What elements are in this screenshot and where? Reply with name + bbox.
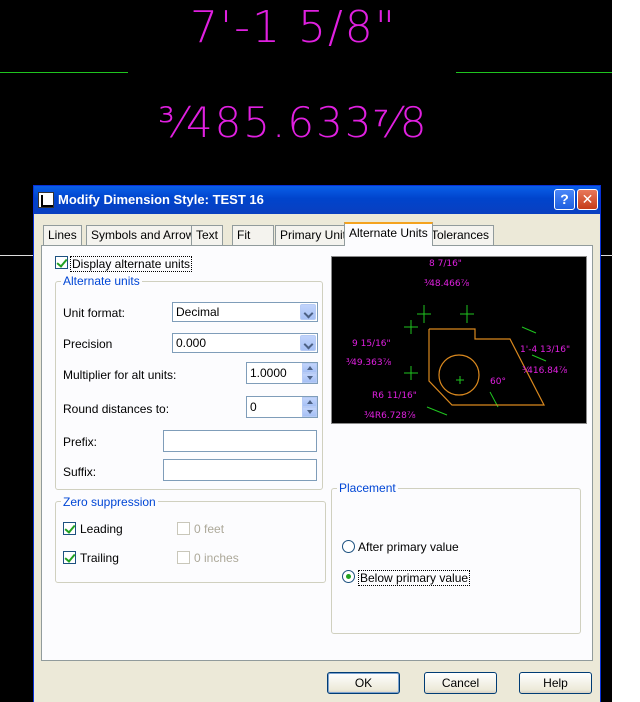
zero-inches-label: 0 inches (194, 551, 239, 565)
help-title-button[interactable]: ? (554, 189, 575, 210)
round-spin-buttons (302, 397, 317, 417)
dimension-line-left (0, 72, 128, 73)
trailing-checkbox[interactable] (63, 551, 76, 564)
unit-format-value: Decimal (176, 305, 220, 319)
chevron-down-icon[interactable] (300, 335, 316, 351)
dimension-text-alternate: ³⁄485.633⁷⁄8 (158, 98, 429, 147)
close-button[interactable]: ✕ (577, 189, 598, 210)
zero-inches-checkbox[interactable] (177, 551, 190, 564)
preview-label-right: 1'-4 13/16" (520, 345, 570, 355)
preview-label-right-alt: ³⁄416.84⅞ (522, 366, 568, 376)
precision-select[interactable]: 0.000 (172, 333, 318, 353)
preview-drawing: 8 7/16" ³⁄48.466⅞ 9 15/16" ³⁄49.363⅞ 1'-… (346, 259, 570, 421)
preview-label-top-alt: ³⁄48.466⅞ (424, 279, 470, 289)
window-edge (612, 0, 640, 702)
zero-suppression-group (55, 501, 326, 583)
tab-label: Alternate Units (349, 226, 428, 240)
placement-group (331, 488, 581, 634)
below-primary-radio[interactable] (342, 570, 355, 583)
unit-format-select[interactable]: Decimal (172, 302, 318, 322)
prefix-label: Prefix: (63, 435, 98, 449)
alternate-units-panel: Display alternate units Alternate units … (41, 245, 593, 661)
preview-label-radius-alt: ³⁄4R6.728⅞ (364, 411, 416, 421)
zero-feet-checkbox[interactable] (177, 522, 190, 535)
tab-alternate-units[interactable]: Alternate Units (344, 222, 433, 246)
dimension-line-lower-right (601, 255, 613, 256)
round-distances-value[interactable]: 0 (250, 400, 257, 414)
tab-fit[interactable]: Fit (232, 225, 274, 245)
dimension-text-top: 7'-1 5/8" (190, 2, 397, 53)
dimension-style-app-icon (38, 192, 54, 208)
tab-text[interactable]: Text (191, 225, 224, 245)
zero-suppression-title: Zero suppression (61, 495, 158, 509)
suffix-label: Suffix: (63, 465, 97, 479)
spin-up-icon[interactable] (302, 397, 317, 407)
dialog-titlebar[interactable]: Modify Dimension Style: TEST 16 ? ✕ (34, 186, 600, 214)
spin-down-icon[interactable] (302, 373, 317, 383)
round-distances-label: Round distances to: (63, 402, 170, 416)
preview-label-angle: 60° (490, 377, 506, 387)
chevron-down-icon[interactable] (300, 304, 316, 320)
help-button[interactable]: Help (519, 672, 592, 694)
tab-label: Tolerances (431, 228, 490, 242)
preview-label-left: 9 15/16" (352, 339, 391, 349)
precision-label: Precision (63, 337, 113, 351)
tab-label: Fit (237, 228, 251, 242)
multiplier-stepper[interactable]: 1.0000 (246, 362, 318, 384)
unit-format-label: Unit format: (63, 306, 126, 320)
spin-down-icon[interactable] (302, 407, 317, 417)
tab-label: Symbols and Arrows (91, 228, 201, 242)
dimension-preview: 8 7/16" ³⁄48.466⅞ 9 15/16" ³⁄49.363⅞ 1'-… (331, 256, 587, 424)
below-primary-label[interactable]: Below primary value (358, 570, 471, 586)
tab-label: Primary Units (280, 228, 353, 242)
modify-dimension-style-dialog: Modify Dimension Style: TEST 16 ? ✕ Line… (33, 185, 601, 702)
ok-button[interactable]: OK (327, 672, 400, 694)
tab-lines[interactable]: Lines (43, 225, 82, 245)
multiplier-label: Multiplier for alt units: (63, 368, 177, 382)
round-distances-stepper[interactable]: 0 (246, 396, 318, 418)
preview-label-left-alt: ³⁄49.363⅞ (346, 358, 392, 368)
tab-tolerances[interactable]: Tolerances (426, 225, 495, 245)
leading-checkbox[interactable] (63, 522, 76, 535)
alternate-units-group-title: Alternate units (61, 274, 142, 288)
tab-label: Text (196, 228, 219, 242)
preview-label-top: 8 7/16" (429, 259, 462, 269)
dimension-line-lower (0, 255, 34, 256)
display-alternate-units-checkbox[interactable] (55, 256, 68, 269)
zero-feet-label: 0 feet (194, 522, 225, 536)
after-primary-radio[interactable] (342, 540, 355, 553)
leading-label[interactable]: Leading (80, 522, 123, 536)
precision-value: 0.000 (176, 336, 207, 350)
spin-up-icon[interactable] (302, 363, 317, 373)
cancel-button[interactable]: Cancel (424, 672, 497, 694)
suffix-field[interactable] (163, 459, 317, 481)
multiplier-spin-buttons (302, 363, 317, 383)
dialog-title: Modify Dimension Style: TEST 16 (58, 192, 264, 207)
trailing-label[interactable]: Trailing (80, 551, 119, 565)
multiplier-value[interactable]: 1.0000 (250, 366, 287, 380)
tab-label: Lines (48, 228, 77, 242)
after-primary-label[interactable]: After primary value (358, 540, 459, 554)
display-alternate-units-label[interactable]: Display alternate units (70, 256, 193, 272)
placement-title: Placement (337, 481, 398, 495)
tab-symbols-and-arrows[interactable]: Symbols and Arrows (86, 225, 206, 245)
prefix-field[interactable] (163, 430, 317, 452)
dimension-line-right (456, 72, 612, 73)
preview-label-radius: R6 11/16" (372, 391, 417, 401)
